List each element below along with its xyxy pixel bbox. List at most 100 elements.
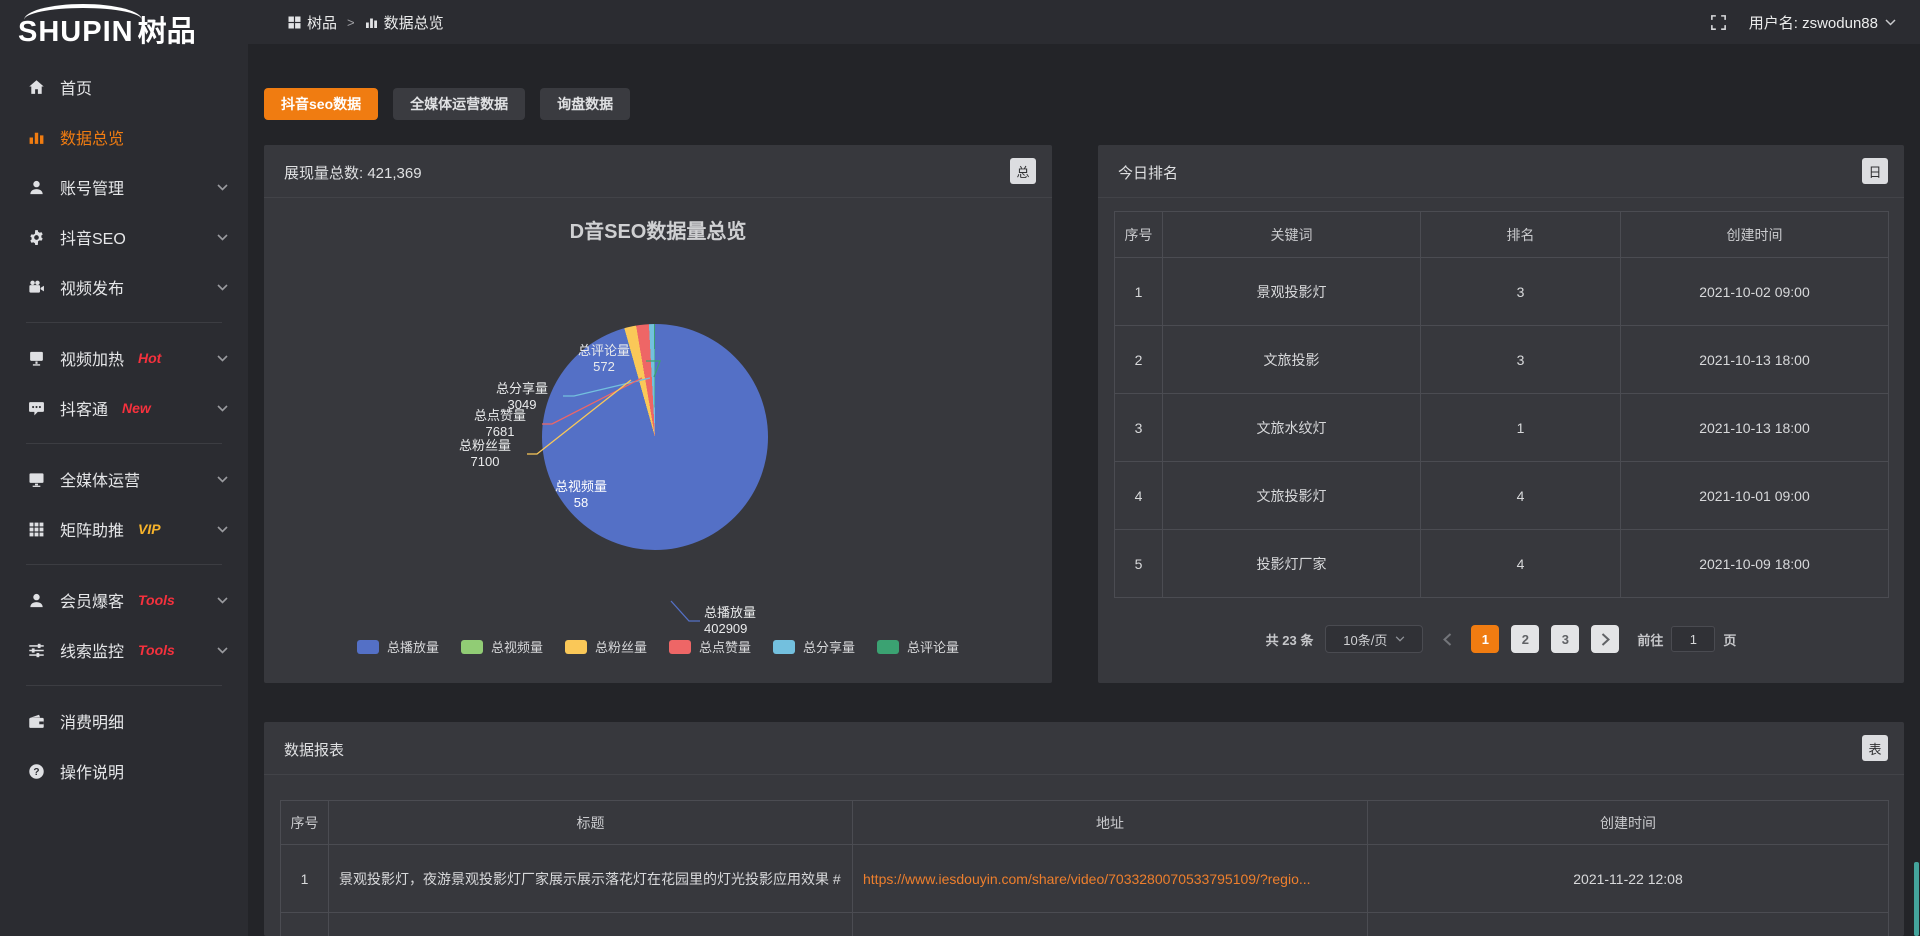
sidebar-item-home[interactable]: 首页 xyxy=(0,62,248,112)
sidebar-item-label: 视频加热 xyxy=(60,346,124,370)
sidebar-item-media-ops[interactable]: 全媒体运营 xyxy=(0,454,248,504)
legend-item-plays[interactable]: 总播放量 xyxy=(357,637,439,656)
legend-item-comments[interactable]: 总评论量 xyxy=(877,637,959,656)
scrollbar-thumb[interactable] xyxy=(1914,862,1919,936)
sliders-icon xyxy=(28,642,45,659)
vip-tag: VIP xyxy=(138,521,161,537)
table-row: 1 景观投影灯，夜游景观投影灯厂家展示展示落花灯在花园里的灯光投影应用效果 # … xyxy=(281,845,1889,913)
chevron-down-icon xyxy=(217,597,228,604)
pie-label-plays: 总播放量 402909 xyxy=(704,605,794,637)
cell-no: 1 xyxy=(1115,258,1163,326)
tab-inquiry-data[interactable]: 询盘数据 xyxy=(540,88,630,120)
goto-suffix: 页 xyxy=(1723,630,1736,649)
breadcrumb-home[interactable]: 树品 xyxy=(288,12,337,33)
report-panel-header: 数据报表 表 xyxy=(264,722,1904,774)
brand-logo[interactable]: SHUPIN树品 xyxy=(0,0,248,58)
breadcrumb-current[interactable]: 数据总览 xyxy=(365,12,444,33)
pie-chart-area: D音SEO数据量总览 总评论量 572 总分享量 3049 总点赞量 7681 … xyxy=(264,197,1052,683)
legend-item-shares[interactable]: 总分享量 xyxy=(773,637,855,656)
table-view-button[interactable]: 表 xyxy=(1862,735,1888,761)
chevron-down-icon xyxy=(217,476,228,483)
sidebar-item-label: 抖音SEO xyxy=(60,225,126,249)
total-view-button[interactable]: 总 xyxy=(1010,158,1036,184)
sidebar-item-label: 视频发布 xyxy=(60,275,124,299)
page-button-1[interactable]: 1 xyxy=(1471,625,1499,653)
chart-title: D音SEO数据量总览 xyxy=(264,215,1052,244)
page-button-2[interactable]: 2 xyxy=(1511,625,1539,653)
sidebar-divider xyxy=(26,564,222,565)
topbar-right: 用户名: zswodun88 xyxy=(1710,12,1920,33)
logo-main: SHUPIN xyxy=(18,16,134,48)
app-grid-icon xyxy=(288,16,301,29)
chat-icon xyxy=(28,400,45,417)
cell-time: 2021-10-13 18:00 xyxy=(1621,326,1889,394)
sidebar-item-video-heat[interactable]: 视频加热 Hot xyxy=(0,333,248,383)
chevron-down-icon xyxy=(1395,636,1405,642)
prev-page-button[interactable] xyxy=(1435,625,1459,653)
legend-item-videos[interactable]: 总视频量 xyxy=(461,637,543,656)
bar-chart-icon xyxy=(365,16,378,29)
table-row: 5 投影灯厂家 4 2021-10-09 18:00 xyxy=(1115,530,1889,598)
cell-no: 1 xyxy=(281,845,329,913)
page-button-3[interactable]: 3 xyxy=(1551,625,1579,653)
divider xyxy=(264,774,1904,775)
goto-page: 前往 页 xyxy=(1637,626,1736,652)
sidebar-item-matrix-boost[interactable]: 矩阵助推 VIP xyxy=(0,504,248,554)
sidebar-item-video-publish[interactable]: 视频发布 xyxy=(0,262,248,312)
sidebar-item-account[interactable]: 账号管理 xyxy=(0,162,248,212)
day-view-button[interactable]: 日 xyxy=(1862,158,1888,184)
sidebar-item-label: 首页 xyxy=(60,75,92,99)
legend-label: 总视频量 xyxy=(491,637,543,656)
legend-swatch xyxy=(773,640,795,654)
sidebar-item-doukettong[interactable]: 抖客通 New xyxy=(0,383,248,433)
sidebar-divider xyxy=(26,685,222,686)
sidebar-divider xyxy=(26,443,222,444)
cell-time: 2021-10-13 18:00 xyxy=(1621,394,1889,462)
svg-text:?: ? xyxy=(33,767,39,778)
cell-title xyxy=(329,913,853,936)
page-size-select[interactable]: 10条/页 xyxy=(1325,625,1423,653)
legend-swatch xyxy=(565,640,587,654)
cell-rank: 4 xyxy=(1421,462,1621,530)
sidebar-item-data-overview[interactable]: 数据总览 xyxy=(0,112,248,162)
sidebar-item-member-burst[interactable]: 会员爆客 Tools xyxy=(0,575,248,625)
today-rank-panel: 今日排名 日 序号 关键词 排名 创建时间 1 景观投影灯 3 2021-10-… xyxy=(1098,145,1904,683)
legend-item-likes[interactable]: 总点赞量 xyxy=(669,637,751,656)
goto-page-input[interactable] xyxy=(1671,626,1715,652)
sidebar-item-help[interactable]: ? 操作说明 xyxy=(0,746,248,796)
seo-chart-panel: 展现量总数: 421,369 总 D音SEO数据量总览 总评论量 572 总分享… xyxy=(264,145,1052,683)
user-menu[interactable]: 用户名: zswodun88 xyxy=(1749,12,1896,33)
pagination-total: 共 23 条 xyxy=(1266,630,1314,649)
cell-rank: 3 xyxy=(1421,258,1621,326)
legend-swatch xyxy=(877,640,899,654)
cell-time xyxy=(1368,913,1889,936)
series-name: 总播放量 xyxy=(704,605,794,621)
fullscreen-icon[interactable] xyxy=(1710,14,1727,31)
video-link[interactable]: https://www.iesdouyin.com/share/video/70… xyxy=(863,871,1311,887)
sidebar-item-lead-monitor[interactable]: 线索监控 Tools xyxy=(0,625,248,675)
col-header-url: 地址 xyxy=(853,801,1368,845)
series-name: 总点赞量 xyxy=(460,408,540,424)
tab-media-ops-data[interactable]: 全媒体运营数据 xyxy=(393,88,525,120)
col-header-time: 创建时间 xyxy=(1368,801,1889,845)
chevron-down-icon xyxy=(1885,19,1896,26)
legend-swatch xyxy=(357,640,379,654)
tab-douyin-seo-data[interactable]: 抖音seo数据 xyxy=(264,88,378,120)
sidebar-item-douyin-seo[interactable]: 抖音SEO xyxy=(0,212,248,262)
sidebar-item-consumption[interactable]: 消费明细 xyxy=(0,696,248,746)
cell-title: 景观投影灯，夜游景观投影灯厂家展示展示落花灯在花园里的灯光投影应用效果 # xyxy=(329,845,853,913)
col-header-time: 创建时间 xyxy=(1621,212,1889,258)
pie-label-fans: 总粉丝量 7100 xyxy=(445,438,525,470)
legend-item-fans[interactable]: 总粉丝量 xyxy=(565,637,647,656)
rank-table-header-row: 序号 关键词 排名 创建时间 xyxy=(1115,212,1889,258)
col-header-keyword: 关键词 xyxy=(1163,212,1421,258)
monitor-icon xyxy=(28,471,45,488)
new-tag: New xyxy=(122,400,151,416)
next-page-button[interactable] xyxy=(1591,625,1619,653)
sidebar: SHUPIN树品 首页 数据总览 账号管理 抖音SEO 视频发布 xyxy=(0,0,248,936)
chevron-right-icon xyxy=(1601,633,1610,646)
table-row: 3 文旅水纹灯 1 2021-10-13 18:00 xyxy=(1115,394,1889,462)
report-panel-title: 数据报表 xyxy=(284,739,344,760)
chevron-down-icon xyxy=(217,526,228,533)
impressions-total-label: 展现量总数: 421,369 xyxy=(284,162,422,183)
